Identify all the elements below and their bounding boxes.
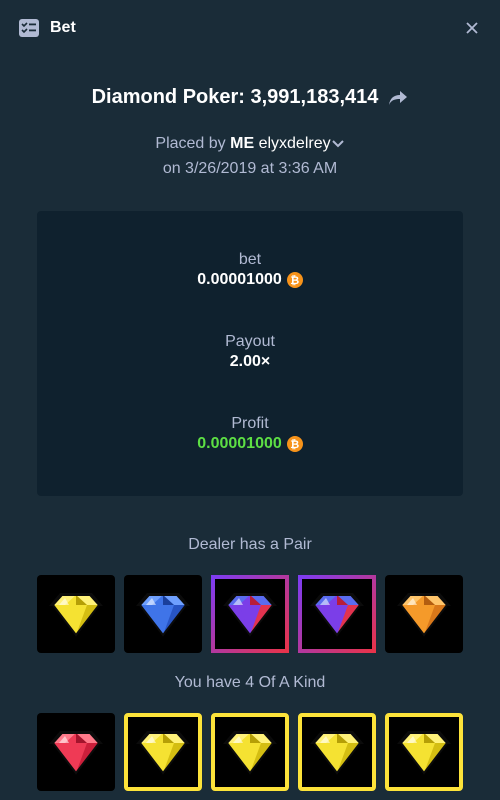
- modal-header: Bet: [0, 0, 500, 56]
- bet-value-row: 0.00001000 ₿: [37, 271, 463, 289]
- yellow-gem-icon: [136, 731, 190, 775]
- bet-placed-info: Placed by ME elyxdelrey on 3/26/2019 at …: [0, 131, 500, 181]
- orange-gem-icon: [397, 593, 451, 637]
- player-card-highlighted: [385, 713, 463, 791]
- dealer-card-highlighted: [298, 575, 376, 653]
- blue-gem-icon: [136, 593, 190, 637]
- game-title-row: Diamond Poker: 3,991,183,414: [0, 86, 500, 109]
- share-arrow-icon[interactable]: [388, 90, 408, 106]
- dealer-hand-label: Dealer has a Pair: [188, 536, 312, 553]
- red-gem-icon: [49, 731, 103, 775]
- player-hand-label: You have 4 Of A Kind: [174, 674, 326, 691]
- close-icon[interactable]: [460, 16, 484, 40]
- yellow-gem-icon: [49, 593, 103, 637]
- player-card-highlighted: [298, 713, 376, 791]
- me-label: ME: [230, 135, 255, 152]
- player-card-highlighted: [124, 713, 202, 791]
- dealer-card-highlighted: [211, 575, 289, 653]
- player-cards: [37, 713, 463, 791]
- bitcoin-icon: ₿: [286, 436, 303, 452]
- profit-stat: Profit 0.00001000 ₿: [37, 415, 463, 453]
- placed-by-label: Placed by: [155, 135, 226, 152]
- yellow-gem-icon: [397, 731, 451, 775]
- bet-stat: bet 0.00001000 ₿: [37, 251, 463, 289]
- bet-label: bet: [238, 251, 262, 268]
- payout-value: 2.00×: [229, 353, 271, 370]
- bet-value: 0.00001000: [197, 271, 282, 288]
- dealer-card: [37, 575, 115, 653]
- payout-stat: Payout 2.00×: [37, 333, 463, 371]
- dealer-card: [124, 575, 202, 653]
- modal-title: Bet: [50, 19, 76, 36]
- dealer-card: [385, 575, 463, 653]
- player-card-highlighted: [211, 713, 289, 791]
- username-link[interactable]: elyxdelrey: [259, 135, 331, 152]
- chevron-down-icon[interactable]: [331, 131, 345, 156]
- list-check-icon: [18, 17, 40, 39]
- dealer-cards: [37, 575, 463, 653]
- profit-value: 0.00001000: [197, 435, 282, 452]
- bitcoin-icon: ₿: [286, 272, 303, 288]
- yellow-gem-icon: [223, 731, 277, 775]
- payout-label: Payout: [225, 333, 275, 350]
- placed-date: on 3/26/2019 at 3:36 AM: [162, 160, 338, 178]
- yellow-gem-icon: [310, 731, 364, 775]
- profit-value-row: 0.00001000 ₿: [37, 435, 463, 453]
- game-title: Diamond Poker: 3,991,183,414: [91, 86, 379, 108]
- purple-gem-icon: [223, 593, 277, 637]
- profit-label: Profit: [231, 415, 269, 432]
- bet-stats-panel: bet 0.00001000 ₿ Payout 2.00× Profit 0.0…: [37, 211, 463, 496]
- player-card: [37, 713, 115, 791]
- purple-gem-icon: [310, 593, 364, 637]
